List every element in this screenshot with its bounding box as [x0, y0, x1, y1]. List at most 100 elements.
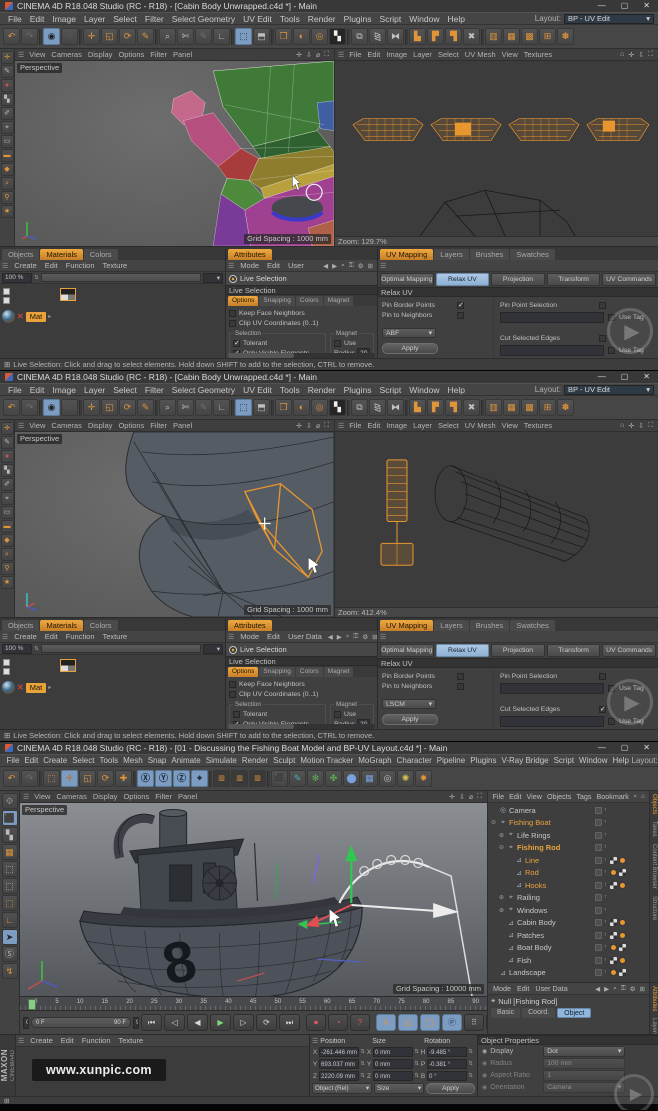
- object-tree-row[interactable]: ⊖ ⌖ Fishing Boat ⠆: [488, 817, 649, 830]
- pan-view-icon[interactable]: ✛: [626, 51, 636, 59]
- redo-icon[interactable]: ↷: [21, 770, 38, 787]
- object-name[interactable]: Cabin Body: [517, 918, 593, 927]
- object-name[interactable]: Fish: [517, 956, 593, 965]
- toolbar-separator[interactable]: [271, 399, 274, 416]
- visibility-dots-icon[interactable]: ⠆: [604, 894, 608, 901]
- render-view-icon[interactable]: ▥: [213, 770, 230, 787]
- uv-viewport-menu-item[interactable]: Image: [383, 50, 410, 59]
- camera-lock-icon[interactable]: ⌂: [618, 422, 626, 430]
- paint-3d-icon[interactable]: ✎: [195, 28, 212, 45]
- camera-icon[interactable]: ◎: [379, 770, 396, 787]
- visibility-dots-icon[interactable]: ⠆: [604, 869, 608, 876]
- magnify-icon[interactable]: ⌕: [0, 177, 14, 190]
- burger-icon[interactable]: ☰: [338, 51, 344, 59]
- keyframe-circle-icon[interactable]: ◉: [482, 1060, 487, 1067]
- minimize-button[interactable]: —: [598, 371, 606, 383]
- cube-mapping-icon[interactable]: ❒: [275, 399, 292, 416]
- uv-point-mode-icon[interactable]: ⬚: [235, 28, 252, 45]
- delete-icon[interactable]: ✕: [17, 683, 24, 692]
- layer-visibility-icon[interactable]: [3, 659, 10, 666]
- lock-icon[interactable]: ⚿: [619, 985, 628, 993]
- horizontal-scrollbar[interactable]: [228, 724, 375, 729]
- object-manager-menu-item[interactable]: Tags: [574, 792, 594, 801]
- tag-icon[interactable]: [619, 869, 627, 877]
- play-button[interactable]: ▶: [210, 1014, 231, 1031]
- materials-panel-tab[interactable]: Colors: [83, 620, 118, 631]
- expand-toggle-icon[interactable]: ⊕: [498, 907, 505, 914]
- materials-zoom-field[interactable]: 100 %: [2, 643, 32, 654]
- title-bar[interactable]: CINEMA 4D R18.048 Studio (RC - R18) - [0…: [0, 742, 658, 754]
- object-tree-row[interactable]: ⊿ Cabin Body ⠆: [488, 917, 649, 930]
- toolbar-separator[interactable]: [271, 28, 274, 45]
- stepper-icon[interactable]: ⇅: [360, 1073, 365, 1079]
- scale-icon[interactable]: ◱: [101, 28, 118, 45]
- model-mode-icon[interactable]: ⬛: [1, 810, 18, 826]
- fill-icon[interactable]: ◆: [0, 163, 14, 176]
- toolbar-separator[interactable]: [79, 399, 82, 416]
- materials-panel-tab[interactable]: Objects: [2, 249, 40, 260]
- viewport-menu-item[interactable]: Options: [120, 792, 152, 801]
- object-name[interactable]: Patches: [517, 931, 593, 940]
- materials-menu-item[interactable]: Texture: [99, 261, 132, 270]
- redo-icon[interactable]: ↷: [21, 399, 38, 416]
- burger-icon[interactable]: ☰: [2, 262, 8, 270]
- cube-mapping-icon[interactable]: ❒: [275, 28, 292, 45]
- delete-icon[interactable]: ✕: [17, 312, 24, 321]
- panel-icon[interactable]: ⊞: [366, 262, 375, 270]
- uv-panel-tab[interactable]: UV Mapping: [380, 249, 434, 260]
- uv-cross-icon[interactable]: ✖: [463, 399, 480, 416]
- uv-polygon-mode-icon[interactable]: ⬒: [253, 399, 270, 416]
- color-dot-icon[interactable]: ●: [0, 450, 14, 463]
- expand-icon[interactable]: ▸: [48, 684, 51, 691]
- burger-icon[interactable]: ☰: [228, 633, 234, 641]
- end-frame-field[interactable]: 90 F⇅: [133, 1016, 139, 1029]
- current-frame-field[interactable]: 0 F⇅: [23, 1016, 29, 1029]
- knife-icon[interactable]: ✄: [177, 28, 194, 45]
- loop-button[interactable]: ⟳: [256, 1014, 277, 1031]
- stepper-icon[interactable]: ⇅: [468, 1073, 473, 1079]
- materials-menu-item[interactable]: Create: [26, 1036, 57, 1045]
- expand-toggle-icon[interactable]: ⊕: [498, 894, 505, 901]
- uv-viewport-menu-item[interactable]: Select: [435, 421, 462, 430]
- materials-view-dropdown[interactable]: ▾: [203, 272, 223, 283]
- object-name[interactable]: Camera: [509, 806, 593, 815]
- object-manager-menu-item[interactable]: Edit: [507, 792, 524, 801]
- uv-canvas[interactable]: [335, 432, 658, 607]
- toolbar-separator[interactable]: [155, 28, 158, 45]
- burger-icon[interactable]: ☰: [18, 51, 24, 59]
- stitch-tool-icon[interactable]: ⧓: [387, 399, 404, 416]
- object-tree-row[interactable]: ⊿ Rod ⠆: [488, 867, 649, 880]
- burger-icon[interactable]: ☰: [2, 633, 8, 641]
- layer-toggle-icon[interactable]: [595, 881, 602, 889]
- object-tree-row[interactable]: ⊕ ⌖ Life Rings ⠆: [488, 829, 649, 842]
- polygons-mode-icon[interactable]: ⬚: [1, 895, 18, 911]
- layer-visibility-icon[interactable]: [3, 297, 10, 304]
- attributes-menu-item[interactable]: Mode: [236, 261, 263, 270]
- menu-item[interactable]: Script: [551, 756, 576, 765]
- checker-icon[interactable]: ▚: [0, 464, 14, 477]
- lock-icon[interactable]: ⚿: [347, 262, 356, 270]
- burger-icon[interactable]: ☰: [312, 1037, 318, 1045]
- menu-item[interactable]: Select Geometry: [168, 14, 239, 24]
- tool-option-tab[interactable]: Colors: [295, 296, 323, 306]
- menu-item[interactable]: Tools: [97, 756, 121, 765]
- timeline-playhead[interactable]: [28, 999, 36, 1010]
- layer-toggle-icon[interactable]: [595, 906, 602, 914]
- panel-icon[interactable]: ⊞: [638, 985, 647, 993]
- magnify-icon[interactable]: ⌕: [0, 548, 14, 561]
- relax-tool-icon[interactable]: ⧉: [351, 399, 368, 416]
- menu-item[interactable]: Edit: [22, 756, 41, 765]
- materials-panel-tab[interactable]: Materials: [40, 249, 83, 260]
- materials-view-dropdown[interactable]: ▾: [203, 643, 223, 654]
- vertical-tab[interactable]: Content Browser: [651, 844, 657, 889]
- dolly-view-icon[interactable]: ⇩: [304, 51, 314, 59]
- paint-brush-icon[interactable]: ✎: [0, 65, 14, 78]
- uv-grid-2-icon[interactable]: ▥: [485, 399, 502, 416]
- light-icon[interactable]: ✺: [397, 770, 414, 787]
- roller-icon[interactable]: ▬: [0, 149, 14, 162]
- object-name[interactable]: Line: [525, 856, 593, 865]
- materials-menu-item[interactable]: Create: [10, 632, 41, 641]
- checkbox[interactable]: [599, 301, 606, 309]
- layer-toggle-icon[interactable]: [595, 856, 602, 864]
- menu-item[interactable]: Sculpt: [271, 756, 298, 765]
